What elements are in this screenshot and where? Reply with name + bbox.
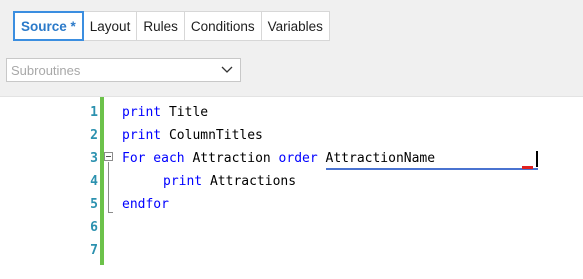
dropdown-value: Subroutines xyxy=(11,62,81,78)
line-number: 7 xyxy=(90,243,98,258)
highlight-underline xyxy=(326,168,538,170)
line-number: 4 xyxy=(90,174,98,189)
code-line: 5 endfor xyxy=(0,195,583,215)
tab-conditions[interactable]: Conditions xyxy=(185,12,262,40)
code-editor[interactable]: 1 print Title 2 print ColumnTitles 3 For… xyxy=(0,96,583,279)
line-number: 5 xyxy=(90,197,98,212)
line-number: 6 xyxy=(90,220,98,235)
tab-source[interactable]: Source * xyxy=(13,11,84,41)
identifier: AttractionName xyxy=(317,151,436,166)
code-line: 2 print ColumnTitles xyxy=(0,126,583,146)
keyword: print xyxy=(163,174,203,189)
code-text: endfor xyxy=(122,197,169,212)
text-caret xyxy=(536,151,538,167)
keyword: print xyxy=(122,128,162,143)
tab-layout[interactable]: Layout xyxy=(84,12,138,40)
subroutines-dropdown[interactable]: Subroutines xyxy=(6,58,241,82)
identifier: Attractions xyxy=(202,174,297,189)
tab-strip: Source * Layout Rules Conditions Variabl… xyxy=(13,11,330,41)
line-number: 2 xyxy=(90,128,98,143)
code-text: print Attractions xyxy=(163,174,296,189)
tab-variables[interactable]: Variables xyxy=(262,12,329,40)
keyword: For each xyxy=(122,151,185,166)
tab-rules[interactable]: Rules xyxy=(137,12,185,40)
code-line: 3 For each Attraction order AttractionNa… xyxy=(0,149,583,170)
toolbar-area: Source * Layout Rules Conditions Variabl… xyxy=(0,0,583,96)
keyword: print xyxy=(122,105,162,120)
code-line: 4 print Attractions xyxy=(0,172,583,192)
code-line: 6 xyxy=(0,218,583,238)
identifier: Attraction xyxy=(184,151,279,166)
code-line: 7 xyxy=(0,241,583,261)
line-number: 3 xyxy=(90,151,98,166)
keyword: order xyxy=(278,151,318,166)
chevron-down-icon xyxy=(220,63,234,77)
code-line: 1 print Title xyxy=(0,103,583,123)
error-marker xyxy=(522,166,533,169)
code-text: print ColumnTitles xyxy=(122,128,263,143)
code-text: print Title xyxy=(122,105,208,120)
collapse-toggle-icon[interactable] xyxy=(104,152,113,161)
identifier: ColumnTitles xyxy=(161,128,263,143)
identifier: Title xyxy=(161,105,209,120)
line-number: 1 xyxy=(90,105,98,120)
keyword: endfor xyxy=(122,197,169,212)
code-text: For each Attraction order AttractionName xyxy=(122,151,435,166)
